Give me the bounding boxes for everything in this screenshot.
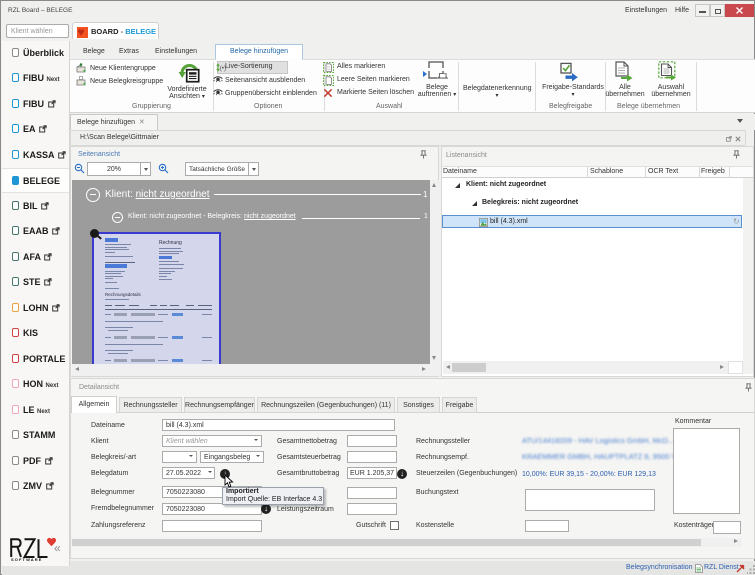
svg-text:SOFTWARE: SOFTWARE: [11, 557, 42, 562]
